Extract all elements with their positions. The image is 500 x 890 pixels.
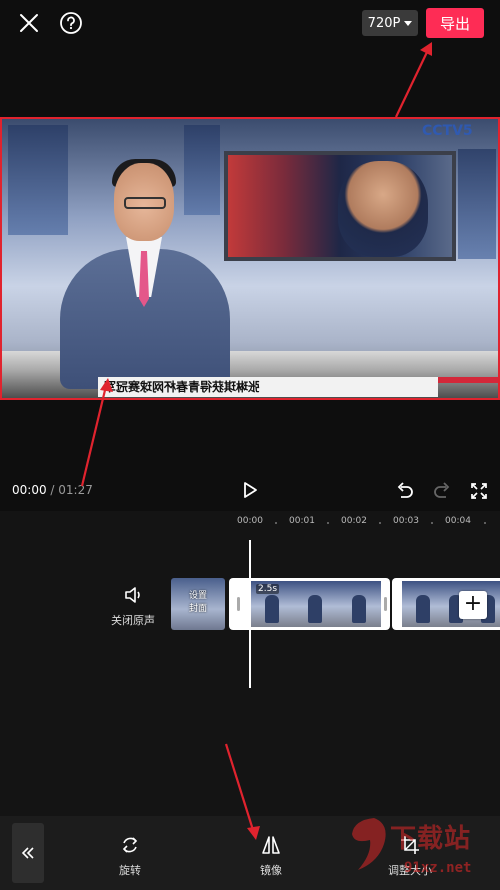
ruler-dot bbox=[327, 522, 329, 524]
video-preview[interactable]: CCTV5 张琳琪获得青春杯网球赛冠军 bbox=[0, 117, 500, 400]
cover-label: 设置 封面 bbox=[188, 591, 207, 614]
collapse-toolbar-button[interactable] bbox=[12, 823, 44, 883]
watermark-logo-icon bbox=[352, 818, 386, 870]
mirror-label: 镜像 bbox=[260, 864, 282, 877]
speaker-icon bbox=[125, 587, 140, 603]
studio-panel bbox=[458, 149, 496, 259]
watermark-url: 91xz.net bbox=[404, 860, 472, 876]
anchor-glasses bbox=[124, 197, 166, 209]
current-time: 00:00 bbox=[12, 483, 47, 497]
export-button[interactable]: 导出 bbox=[426, 8, 484, 38]
ruler-tick: 00:02 bbox=[341, 516, 367, 526]
ruler-tick: 00:04 bbox=[445, 516, 471, 526]
ruler-tick: 00:00 bbox=[237, 516, 263, 526]
channel-logo: CCTV5 bbox=[422, 123, 473, 139]
undo-icon[interactable] bbox=[395, 481, 415, 501]
add-clip-button[interactable]: + bbox=[459, 591, 487, 619]
resolution-label: 720P bbox=[367, 15, 401, 31]
resolution-dropdown[interactable]: 720P bbox=[362, 10, 418, 36]
mute-original-audio-button[interactable]: 关闭原声 bbox=[108, 586, 158, 630]
time-display: 00:00 / 01:27 bbox=[12, 483, 93, 497]
ruler-tick: 00:01 bbox=[289, 516, 315, 526]
close-icon[interactable] bbox=[16, 10, 42, 36]
rotate-icon bbox=[122, 837, 138, 853]
play-icon[interactable] bbox=[240, 480, 260, 500]
help-icon[interactable] bbox=[58, 10, 84, 36]
screen-person bbox=[338, 161, 428, 257]
top-bar: 720P 导出 bbox=[0, 0, 500, 46]
watermark-text: 下载站 bbox=[390, 824, 472, 854]
set-cover-button[interactable]: 设置 封面 bbox=[171, 578, 225, 630]
mute-label: 关闭原声 bbox=[111, 614, 155, 627]
news-ticker: 张琳琪获得青春杯网球赛冠军 bbox=[98, 377, 438, 397]
ruler-dot bbox=[484, 522, 486, 524]
site-watermark: 下载站 91xz.net bbox=[344, 808, 494, 888]
ruler-dot bbox=[431, 522, 433, 524]
annotation-arrow-export bbox=[395, 49, 429, 118]
clip-frame bbox=[337, 581, 381, 627]
redo-icon[interactable] bbox=[432, 481, 452, 501]
video-clip-selected[interactable] bbox=[229, 578, 390, 630]
total-time: / 01:27 bbox=[50, 483, 93, 497]
ruler-dot bbox=[275, 522, 277, 524]
rotate-label: 旋转 bbox=[119, 864, 141, 877]
clip-duration: 2.5s bbox=[256, 584, 280, 594]
ticker-accent bbox=[438, 377, 498, 383]
clip-frame bbox=[294, 581, 338, 627]
caret-down-icon bbox=[404, 20, 413, 26]
rotate-button[interactable]: 旋转 bbox=[100, 834, 160, 878]
mirror-icon bbox=[262, 836, 280, 854]
double-chevron-left-icon bbox=[21, 847, 34, 859]
studio-panel bbox=[8, 125, 68, 235]
clip-frame bbox=[402, 581, 435, 627]
fullscreen-icon[interactable] bbox=[469, 481, 489, 501]
ruler-tick: 00:03 bbox=[393, 516, 419, 526]
clip-left-handle[interactable] bbox=[237, 597, 240, 611]
annotation-arrow-preview bbox=[80, 385, 108, 487]
playhead[interactable] bbox=[249, 540, 251, 688]
clip-right-handle[interactable] bbox=[384, 597, 387, 611]
studio-panel bbox=[184, 125, 220, 215]
mirror-button[interactable]: 镜像 bbox=[241, 834, 301, 878]
studio-screen bbox=[224, 151, 456, 261]
time-ruler: 00:00 00:01 00:02 00:03 00:04 bbox=[0, 516, 500, 530]
ruler-dot bbox=[379, 522, 381, 524]
